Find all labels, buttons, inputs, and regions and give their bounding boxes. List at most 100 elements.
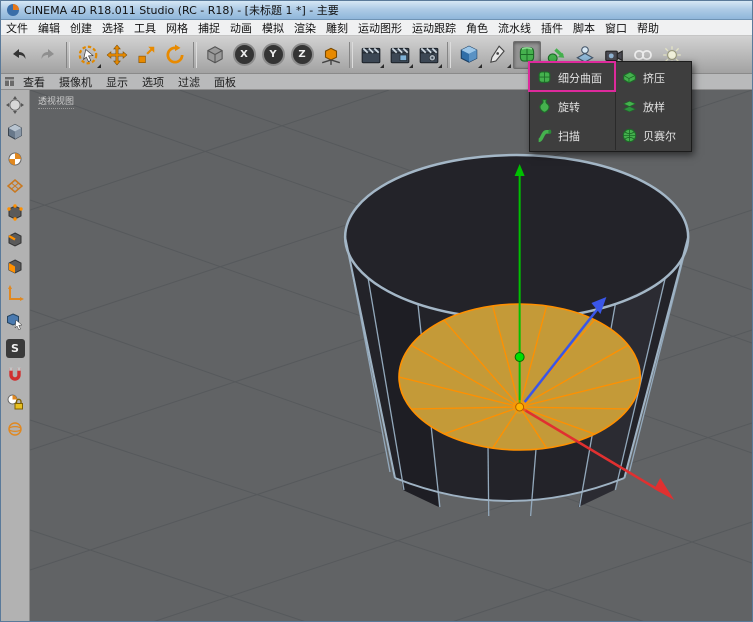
menu-snap[interactable]: 捕捉 <box>193 20 225 36</box>
vp-menu-display[interactable]: 显示 <box>100 74 134 90</box>
snap-toggle-button[interactable]: S <box>3 336 27 360</box>
toolbar-separator <box>66 42 70 68</box>
edges-mode-button[interactable] <box>3 228 27 252</box>
texture-mode-button[interactable] <box>3 147 27 171</box>
menu-item-sweep[interactable]: 扫描 <box>531 121 615 150</box>
flyout-arrow-icon <box>409 64 413 68</box>
menu-mograph[interactable]: 运动图形 <box>353 20 407 36</box>
toolbar-separator <box>349 42 353 68</box>
bezier-icon <box>620 127 638 145</box>
z-axis-lock-button[interactable]: Z <box>288 41 316 69</box>
points-mode-button[interactable] <box>3 201 27 225</box>
workplane-lock-button[interactable] <box>3 390 27 414</box>
menu-file[interactable]: 文件 <box>1 20 33 36</box>
live-selection-button[interactable] <box>74 41 102 69</box>
menu-animate[interactable]: 动画 <box>225 20 257 36</box>
sweep-icon <box>535 127 553 145</box>
toolbar-separator <box>193 42 197 68</box>
coordinate-system-icon <box>320 44 342 66</box>
menu-pipeline[interactable]: 流水线 <box>493 20 536 36</box>
viewport-panel-icon[interactable] <box>4 76 15 87</box>
flyout-arrow-icon <box>507 64 511 68</box>
undo-icon <box>9 45 29 65</box>
last-tool-icon <box>204 44 226 66</box>
add-spline-button[interactable] <box>484 41 512 69</box>
menu-item-label: 扫描 <box>558 128 580 144</box>
menu-edit[interactable]: 编辑 <box>33 20 65 36</box>
scale-tool-button[interactable] <box>132 41 160 69</box>
menu-help[interactable]: 帮助 <box>632 20 664 36</box>
menu-item-subdivision-surface[interactable]: 细分曲面 <box>531 63 615 92</box>
menu-item-label: 细分曲面 <box>558 70 602 86</box>
viewport-label: 透视视图 <box>38 94 74 109</box>
tweak-mode-button[interactable] <box>3 309 27 333</box>
menu-plugins[interactable]: 插件 <box>536 20 568 36</box>
workplane-mode-button[interactable] <box>3 174 27 198</box>
flyout-arrow-icon <box>478 64 482 68</box>
menu-script[interactable]: 脚本 <box>568 20 600 36</box>
vp-menu-cameras[interactable]: 摄像机 <box>53 74 98 90</box>
render-settings-icon <box>418 44 440 66</box>
viewport-canvas[interactable] <box>30 90 752 622</box>
redo-button[interactable] <box>34 41 62 69</box>
menu-tools[interactable]: 工具 <box>129 20 161 36</box>
snap-s-label: S <box>6 339 25 358</box>
last-used-tool-button[interactable] <box>201 41 229 69</box>
menu-item-lathe[interactable]: 旋转 <box>531 92 615 121</box>
menu-simulate[interactable]: 模拟 <box>257 20 289 36</box>
magnet-snap-button[interactable] <box>3 363 27 387</box>
make-editable-button[interactable] <box>3 93 27 117</box>
vp-menu-options[interactable]: 选项 <box>136 74 170 90</box>
x-axis-lock-button[interactable]: X <box>230 41 258 69</box>
gizmo-origin[interactable] <box>516 403 524 411</box>
coordinate-system-button[interactable] <box>317 41 345 69</box>
rotate-tool-button[interactable] <box>161 41 189 69</box>
y-axis-handle[interactable] <box>515 353 524 362</box>
magnet-icon <box>5 365 25 385</box>
move-tool-button[interactable] <box>103 41 131 69</box>
window-title: CINEMA 4D R18.011 Studio (RC - R18) - [未… <box>24 2 339 18</box>
menu-mesh[interactable]: 网格 <box>161 20 193 36</box>
title-bar[interactable]: CINEMA 4D R18.011 Studio (RC - R18) - [未… <box>1 1 752 20</box>
axis-lock-button[interactable] <box>3 417 27 441</box>
polygons-mode-button[interactable] <box>3 255 27 279</box>
model-mode-icon <box>5 122 25 142</box>
y-axis-label: Y <box>262 43 285 66</box>
viewport[interactable]: 透视视图 <box>30 90 752 622</box>
vp-menu-view[interactable]: 查看 <box>17 74 51 90</box>
move-icon <box>106 44 128 66</box>
menu-character[interactable]: 角色 <box>461 20 493 36</box>
rotate-icon <box>164 44 186 66</box>
vp-menu-filter[interactable]: 过滤 <box>172 74 206 90</box>
render-view-button[interactable] <box>357 41 385 69</box>
model-mode-button[interactable] <box>3 120 27 144</box>
axis-rings-icon <box>5 419 25 439</box>
menu-window[interactable]: 窗口 <box>600 20 632 36</box>
toolbar-separator <box>447 42 451 68</box>
edges-mode-icon <box>5 230 25 250</box>
menu-select[interactable]: 选择 <box>97 20 129 36</box>
mode-palette: S <box>1 90 30 622</box>
menu-sculpt[interactable]: 雕刻 <box>321 20 353 36</box>
flyout-arrow-icon <box>380 64 384 68</box>
lathe-icon <box>535 98 553 116</box>
extrude-icon <box>620 69 638 87</box>
add-primitive-button[interactable] <box>455 41 483 69</box>
menu-create[interactable]: 创建 <box>65 20 97 36</box>
menu-motion-tracker[interactable]: 运动跟踪 <box>407 20 461 36</box>
y-axis-lock-button[interactable]: Y <box>259 41 287 69</box>
undo-button[interactable] <box>5 41 33 69</box>
menu-item-bezier[interactable]: 贝赛尔 <box>616 121 690 150</box>
menu-item-label: 旋转 <box>558 99 580 115</box>
render-picture-viewer-button[interactable] <box>386 41 414 69</box>
render-settings-button[interactable] <box>415 41 443 69</box>
app-icon <box>6 3 20 17</box>
enable-axis-button[interactable] <box>3 282 27 306</box>
flyout-arrow-icon <box>97 64 101 68</box>
menu-item-extrude[interactable]: 挤压 <box>616 63 690 92</box>
vp-menu-panel[interactable]: 面板 <box>208 74 242 90</box>
z-axis-label: Z <box>291 43 314 66</box>
menu-render[interactable]: 渲染 <box>289 20 321 36</box>
menu-item-loft[interactable]: 放样 <box>616 92 690 121</box>
workplane-icon <box>5 176 25 196</box>
